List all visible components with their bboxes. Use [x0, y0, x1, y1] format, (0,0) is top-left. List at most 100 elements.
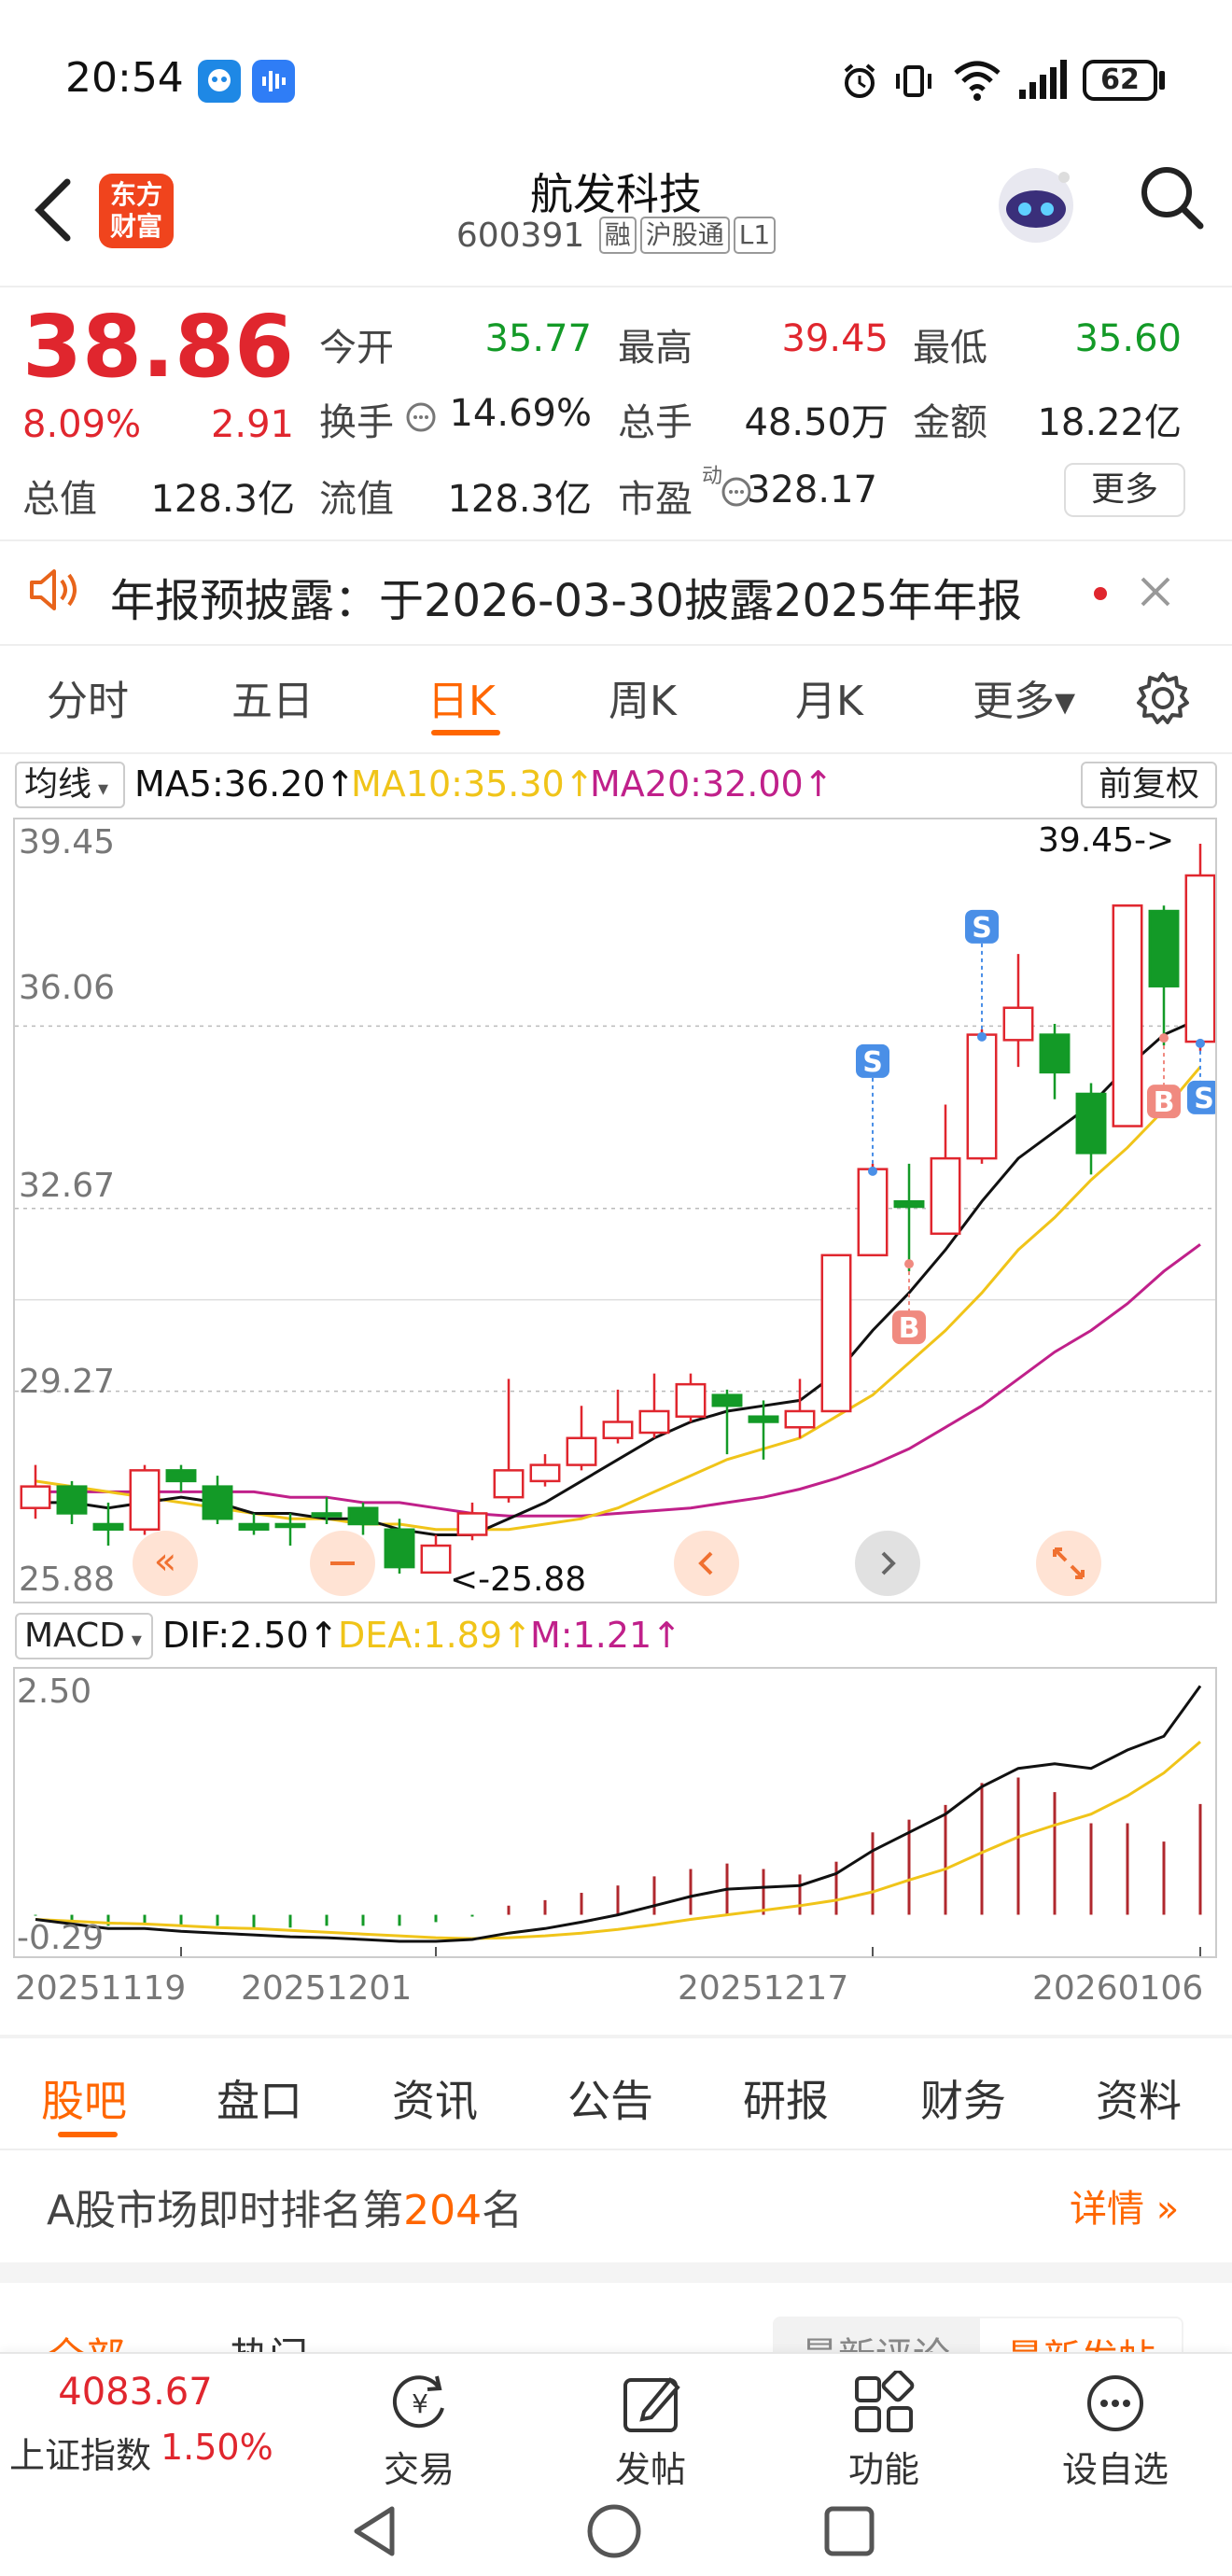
float-value-label: 流值 [319, 478, 394, 521]
index-quote[interactable]: 4083.67 上证指数 1.50% [0, 2371, 273, 2483]
tab-research[interactable]: 研报 [743, 2067, 829, 2129]
system-back-icon[interactable] [345, 2501, 405, 2565]
system-recents-icon[interactable] [819, 2501, 879, 2565]
macd-y-tick-top: 2.50 [17, 1673, 92, 1711]
m-label: M:1.21↑ [530, 1615, 682, 1656]
ma-type-select[interactable]: 均线 ▾ [15, 762, 125, 808]
candle-body [784, 1409, 816, 1429]
y-tick-4: 25.88 [19, 1561, 116, 1599]
candle-body [347, 1506, 379, 1526]
kline-chart[interactable]: SBSB S [15, 819, 1215, 1602]
robot-assistant-avatar[interactable] [989, 157, 1083, 250]
battery-icon: 62 [1083, 60, 1157, 101]
candle-body [675, 1382, 707, 1418]
system-home-icon[interactable] [584, 2501, 644, 2565]
functions-icon[interactable] [851, 2369, 917, 2440]
next-icon[interactable] [855, 1531, 920, 1596]
amount-value: 18.22亿 [1037, 401, 1182, 444]
tab-five-day[interactable]: 五日 [231, 667, 314, 727]
nav-add-watchlist[interactable]: 设自选 [1045, 2441, 1185, 2492]
settings-gear-icon[interactable] [1135, 670, 1191, 730]
candle-body [1075, 1092, 1107, 1155]
signal-label: S [1194, 1083, 1214, 1115]
voice-notification-icon [252, 60, 295, 103]
adjust-button[interactable]: 前复权 [1081, 762, 1217, 808]
tab-pankou[interactable]: 盘口 [217, 2067, 302, 2129]
filter-latest-post[interactable]: 最新发帖 [978, 2317, 1183, 2356]
candle-body [857, 1168, 889, 1257]
tab-more[interactable]: 更多▾ [973, 667, 1075, 727]
sub-tab-indicator [58, 2132, 118, 2137]
y-tick-0: 39.45 [19, 823, 116, 861]
tab-guba[interactable]: 股吧 [41, 2067, 127, 2129]
x-label-3: 20260106 [1032, 1969, 1204, 2008]
macd-chart[interactable] [15, 1669, 1215, 1956]
candle-body [638, 1409, 670, 1435]
tab-weekly-k[interactable]: 周K [609, 667, 677, 727]
candle-body [893, 1199, 925, 1209]
ma20-label: MA20:32.00↑ [590, 763, 833, 805]
prev-icon[interactable] [674, 1531, 739, 1596]
tab-minute[interactable]: 分时 [47, 667, 129, 727]
ranking-number: 204 [403, 2187, 483, 2234]
candle-body [1002, 1006, 1034, 1042]
app-notification-icon [198, 60, 241, 103]
ranking-text: A股市场即时排名第204名 [47, 2177, 523, 2236]
vibrate-icon [892, 60, 935, 106]
unread-dot [1094, 587, 1107, 600]
dropdown-arrow-icon: ▾ [124, 1629, 142, 1652]
tab-news[interactable]: 资讯 [392, 2067, 478, 2129]
signal-dot [1159, 1033, 1169, 1043]
tab-finance[interactable]: 财务 [920, 2067, 1006, 2129]
double-chevron-icon: » [1144, 2188, 1180, 2231]
index-name: 上证指数 [9, 2435, 152, 2476]
max-price-marker: 39.45-> [1038, 821, 1175, 860]
tag-level: L1 [733, 217, 777, 254]
turnover-info-icon[interactable] [405, 401, 437, 437]
indicator-select[interactable]: MACD ▾ [15, 1613, 153, 1659]
more-quote-button[interactable]: 更多 [1064, 463, 1185, 517]
candle-body [20, 1485, 51, 1509]
candle-body [456, 1512, 488, 1536]
tab-profile[interactable]: 资料 [1096, 2067, 1182, 2129]
trade-icon[interactable]: ¥ [385, 2371, 455, 2440]
tab-announcements[interactable]: 公告 [567, 2067, 653, 2129]
detail-label: 详情 [1070, 2188, 1144, 2231]
low-value: 35.60 [1074, 317, 1182, 360]
nav-functions[interactable]: 功能 [814, 2441, 954, 2492]
ma10-label: MA10:35.30↑ [351, 763, 595, 805]
x-label-1: 20251201 [241, 1969, 413, 2008]
candle-body [202, 1485, 233, 1520]
candle-body [711, 1393, 743, 1407]
candle-body [1184, 874, 1215, 1043]
tab-monthly-k[interactable]: 月K [795, 667, 863, 727]
svg-text:¥: ¥ [412, 2388, 428, 2419]
filter-latest-comment[interactable]: 最新评论 [773, 2317, 978, 2356]
nav-post[interactable]: 发帖 [581, 2441, 721, 2492]
candle-body [566, 1436, 597, 1466]
ranking-detail-link[interactable]: 详情 » [1070, 2178, 1179, 2233]
fullscreen-icon[interactable] [1036, 1531, 1101, 1596]
signal-label: B [1154, 1086, 1175, 1119]
candle-body [1148, 909, 1180, 987]
total-value: 128.3亿 [150, 478, 295, 521]
add-watchlist-icon[interactable] [1083, 2371, 1148, 2440]
close-notice-icon[interactable] [1137, 573, 1174, 614]
search-icon[interactable] [1137, 162, 1208, 237]
candle-body [493, 1469, 525, 1499]
candle-body [92, 1522, 124, 1531]
candle-body [602, 1421, 634, 1440]
fast-back-icon[interactable]: « [133, 1531, 198, 1596]
notice-text[interactable]: 年报预披露：于2026-03-30披露2025年年报 [110, 564, 1022, 629]
battery-tip [1159, 71, 1165, 90]
ma20-line [35, 1243, 1201, 1518]
signal-label: S [862, 1046, 883, 1079]
battery-level: 62 [1100, 63, 1140, 96]
tab-daily-k[interactable]: 日K [427, 667, 496, 727]
signal-dot [904, 1259, 914, 1269]
nav-trade[interactable]: 交易 [349, 2441, 489, 2492]
alarm-icon [838, 60, 881, 106]
post-icon[interactable] [620, 2371, 685, 2440]
dea-label: DEA:1.89↑ [338, 1615, 532, 1656]
zoom-out-icon[interactable] [310, 1531, 375, 1596]
